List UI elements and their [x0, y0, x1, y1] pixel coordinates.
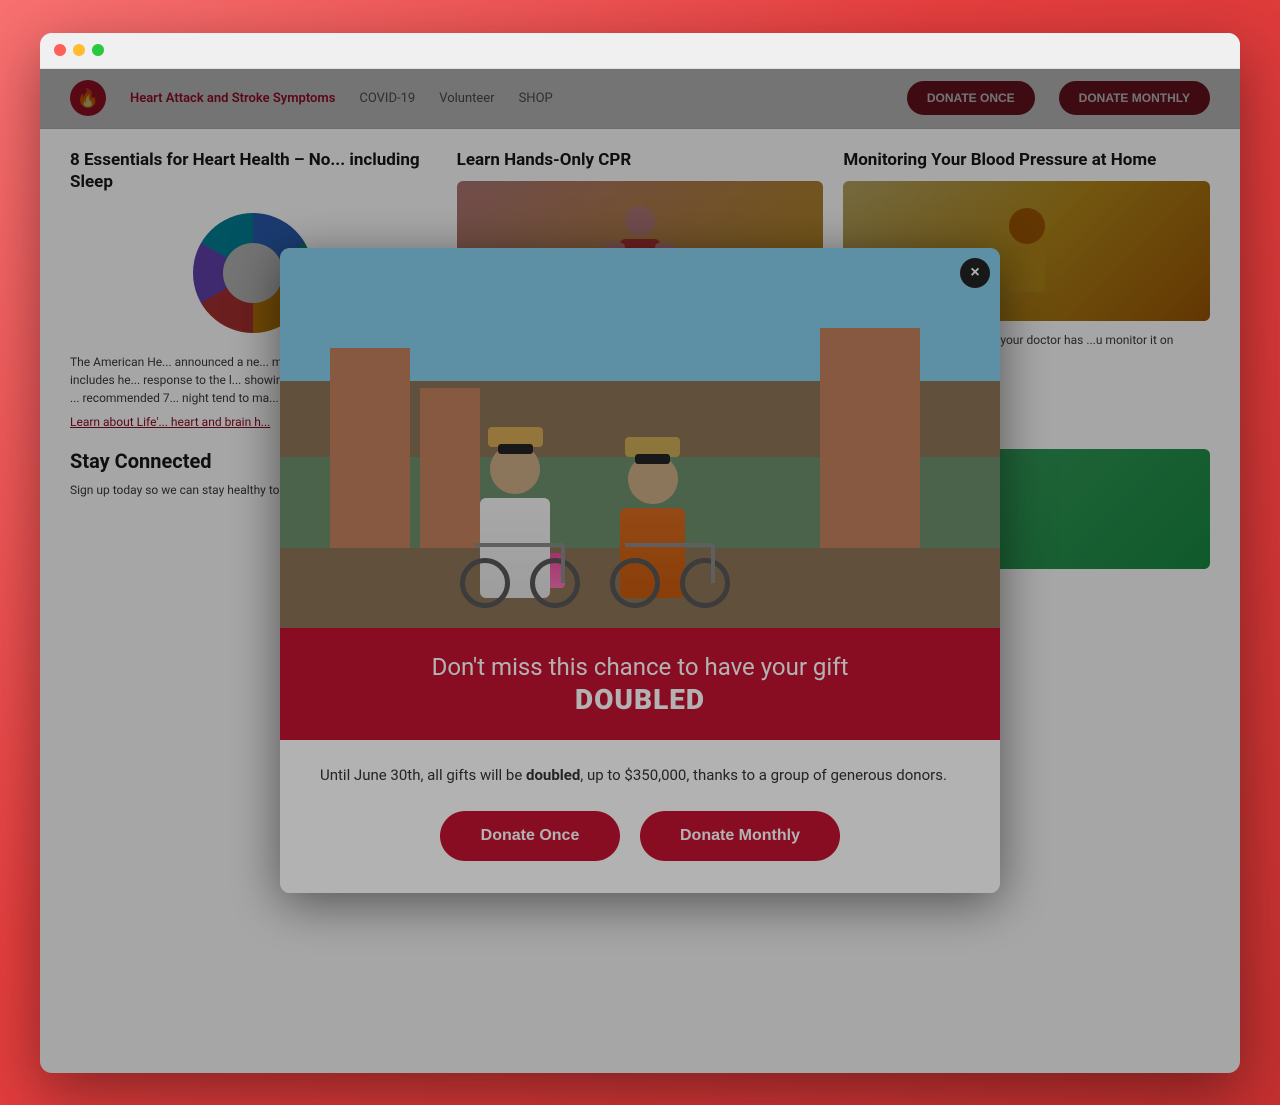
bike-2-frame: [625, 543, 715, 583]
browser-window: 🔥 Heart Attack and Stroke Symptoms COVID…: [40, 33, 1240, 1073]
modal-banner-line2: DOUBLED: [310, 683, 970, 716]
browser-chrome: [40, 33, 1240, 69]
browser-dot-yellow[interactable]: [73, 44, 85, 56]
bike-2: [610, 538, 730, 608]
browser-dot-green[interactable]: [92, 44, 104, 56]
bike-1: [460, 538, 580, 608]
modal-donate-monthly-button[interactable]: Donate Monthly: [640, 811, 840, 861]
browser-dot-red[interactable]: [54, 44, 66, 56]
modal-desc-after: , up to $350,000, thanks to a group of g…: [580, 766, 947, 784]
modal-banner-line1: Don't miss this chance to have your gift: [310, 652, 970, 683]
bike-frame: [475, 543, 565, 583]
modal-buttons: Donate Once Donate Monthly: [320, 811, 960, 861]
building-3: [820, 328, 920, 548]
modal-close-button[interactable]: ×: [960, 258, 990, 288]
woman-head: [490, 444, 540, 494]
donation-modal: ×: [280, 248, 1000, 893]
woman-glasses: [498, 444, 533, 454]
modal-donate-once-button[interactable]: Donate Once: [440, 811, 620, 861]
man-glasses: [635, 454, 670, 464]
modal-desc-before: Until June 30th, all gifts will be: [320, 766, 526, 784]
modal-overlay[interactable]: ×: [40, 69, 1240, 1073]
building-1: [330, 348, 410, 548]
modal-desc-bold: doubled: [526, 766, 580, 784]
modal-hero-image: [280, 248, 1000, 628]
man-head: [628, 454, 678, 504]
couple-bike-scene: [280, 248, 1000, 628]
site-content: 🔥 Heart Attack and Stroke Symptoms COVID…: [40, 69, 1240, 1073]
modal-body: Until June 30th, all gifts will be doubl…: [280, 740, 1000, 893]
modal-description: Until June 30th, all gifts will be doubl…: [320, 764, 960, 787]
modal-red-banner: Don't miss this chance to have your gift…: [280, 628, 1000, 740]
building-2: [420, 388, 480, 548]
